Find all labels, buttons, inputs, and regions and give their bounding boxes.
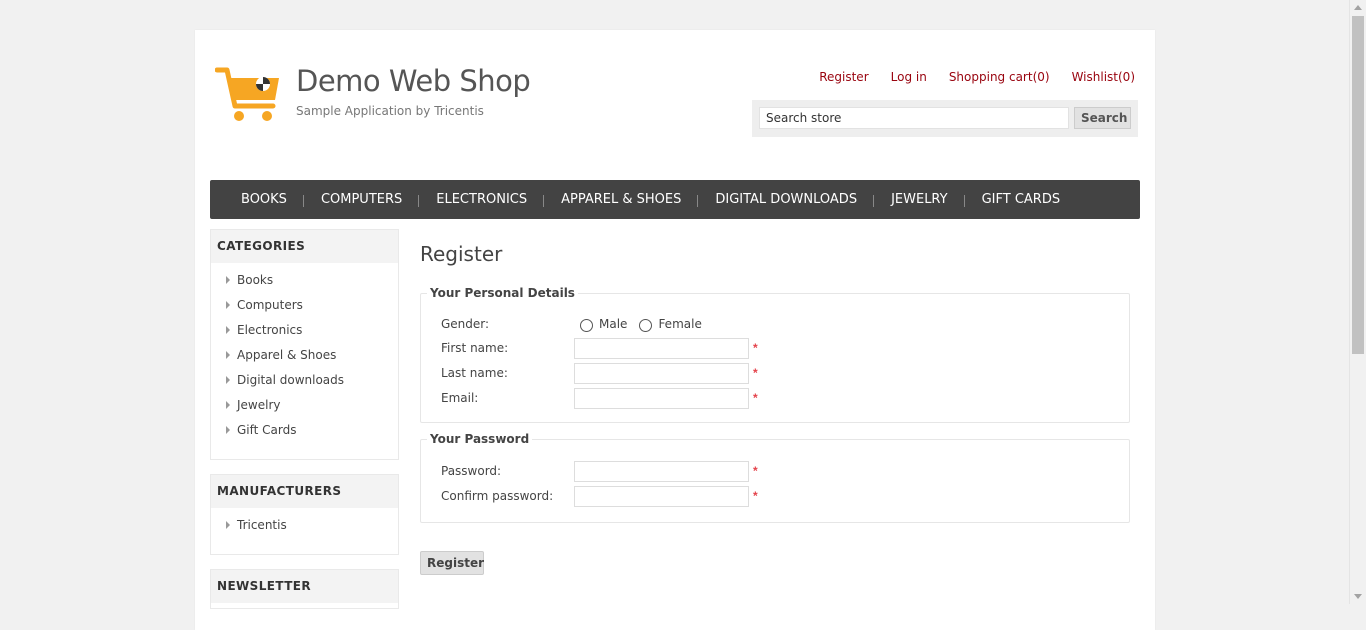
personal-details-legend: Your Personal Details (427, 286, 578, 300)
password-legend: Your Password (427, 432, 533, 446)
confirm-password-label: Confirm password: (441, 489, 554, 503)
wishlist-link[interactable]: Wishlist(0) (1072, 70, 1135, 84)
category-label[interactable]: Jewelry (237, 397, 281, 413)
vertical-scrollbar[interactable] (1349, 0, 1366, 604)
manufacturers-title: MANUFACTURERS (211, 475, 398, 508)
register-button[interactable]: Register (420, 551, 484, 575)
female-radio[interactable] (639, 318, 653, 332)
newsletter-title: NEWSLETTER (211, 570, 398, 603)
confirm-password-row: Confirm password: * (441, 485, 758, 507)
required-mark: * (753, 366, 758, 380)
arrow-right-icon (226, 301, 230, 309)
manufacturer-item[interactable]: Tricentis (225, 517, 398, 542)
male-radio[interactable] (580, 318, 593, 332)
arrow-right-icon (226, 426, 230, 434)
search-box: Search (752, 100, 1138, 137)
first-name-row: First name: * (441, 337, 758, 359)
cart-logo-icon[interactable] (215, 66, 285, 126)
required-mark: * (753, 464, 758, 478)
manufacturer-label[interactable]: Tricentis (237, 517, 287, 533)
menu-item-jewelry[interactable]: JEWELRY (874, 192, 965, 207)
newsletter-box: NEWSLETTER (210, 569, 399, 609)
category-item[interactable]: Gift Cards (225, 422, 398, 447)
required-mark: * (753, 341, 758, 355)
password-label: Password: (441, 464, 502, 478)
category-label[interactable]: Gift Cards (237, 422, 297, 438)
header-links: Register Log in Shopping cart(0) Wishlis… (819, 70, 1135, 84)
email-label: Email: (441, 391, 479, 405)
female-label[interactable]: Female (658, 317, 701, 331)
page-container: Demo Web Shop Sample Application by Tric… (195, 30, 1155, 630)
register-link[interactable]: Register (819, 70, 868, 84)
manufacturers-box: MANUFACTURERS Tricentis (210, 474, 399, 555)
arrow-right-icon (226, 351, 230, 359)
gender-row: Gender: Male Female (441, 313, 708, 335)
gender-label: Gender: (441, 317, 490, 331)
category-label[interactable]: Digital downloads (237, 372, 344, 388)
register-content: Register Your Personal Details Gender: M… (420, 242, 1130, 575)
category-label[interactable]: Computers (237, 297, 303, 313)
required-mark: * (753, 489, 758, 503)
scroll-up-icon[interactable] (1354, 5, 1362, 10)
category-item[interactable]: Apparel & Shoes (225, 347, 398, 372)
menu-item-books[interactable]: BOOKS (224, 192, 304, 207)
confirm-password-field[interactable] (574, 485, 749, 507)
menu-item-apparel-shoes[interactable]: APPAREL & SHOES (544, 192, 699, 207)
site-subtitle: Sample Application by Tricentis (296, 104, 484, 118)
categories-box: CATEGORIES Books Computers Electronics A… (210, 229, 399, 460)
arrow-right-icon (226, 401, 230, 409)
last-name-label: Last name: (441, 366, 508, 380)
password-row: Password: * (441, 460, 758, 482)
arrow-right-icon (226, 376, 230, 384)
category-item[interactable]: Jewelry (225, 397, 398, 422)
category-item[interactable]: Books (225, 272, 398, 297)
search-input[interactable] (759, 107, 1069, 129)
search-button[interactable]: Search (1074, 107, 1131, 129)
email-row: Email: * (441, 387, 758, 409)
last-name-field[interactable] (574, 362, 749, 384)
shopping-cart-link[interactable]: Shopping cart(0) (949, 70, 1050, 84)
login-link[interactable]: Log in (891, 70, 927, 84)
categories-title: CATEGORIES (211, 230, 398, 263)
menu-item-digital-downloads[interactable]: DIGITAL DOWNLOADS (698, 192, 874, 207)
category-label[interactable]: Books (237, 272, 273, 288)
category-label[interactable]: Apparel & Shoes (237, 347, 336, 363)
arrow-right-icon (226, 326, 230, 334)
category-item[interactable]: Electronics (225, 322, 398, 347)
top-menu: BOOKS COMPUTERS ELECTRONICS APPAREL & SH… (210, 180, 1140, 219)
personal-details-section: Your Personal Details Gender: Male Femal… (420, 286, 1130, 423)
menu-item-electronics[interactable]: ELECTRONICS (419, 192, 544, 207)
last-name-row: Last name: * (441, 362, 758, 384)
menu-item-gift-cards[interactable]: GIFT CARDS (965, 192, 1078, 207)
first-name-field[interactable] (574, 337, 749, 359)
site-title[interactable]: Demo Web Shop (296, 64, 531, 98)
password-field[interactable] (574, 460, 749, 482)
category-item[interactable]: Digital downloads (225, 372, 398, 397)
password-section: Your Password Password: * Confirm passwo… (420, 432, 1130, 523)
menu-item-computers[interactable]: COMPUTERS (304, 192, 420, 207)
email-field[interactable] (574, 387, 749, 409)
arrow-right-icon (226, 276, 230, 284)
category-item[interactable]: Computers (225, 297, 398, 322)
male-label[interactable]: Male (599, 317, 627, 331)
category-label[interactable]: Electronics (237, 322, 302, 338)
first-name-label: First name: (441, 341, 509, 355)
scroll-down-icon[interactable] (1354, 594, 1362, 599)
arrow-right-icon (226, 521, 230, 529)
page-title: Register (420, 242, 503, 266)
required-mark: * (753, 391, 758, 405)
scrollbar-thumb[interactable] (1352, 16, 1364, 354)
